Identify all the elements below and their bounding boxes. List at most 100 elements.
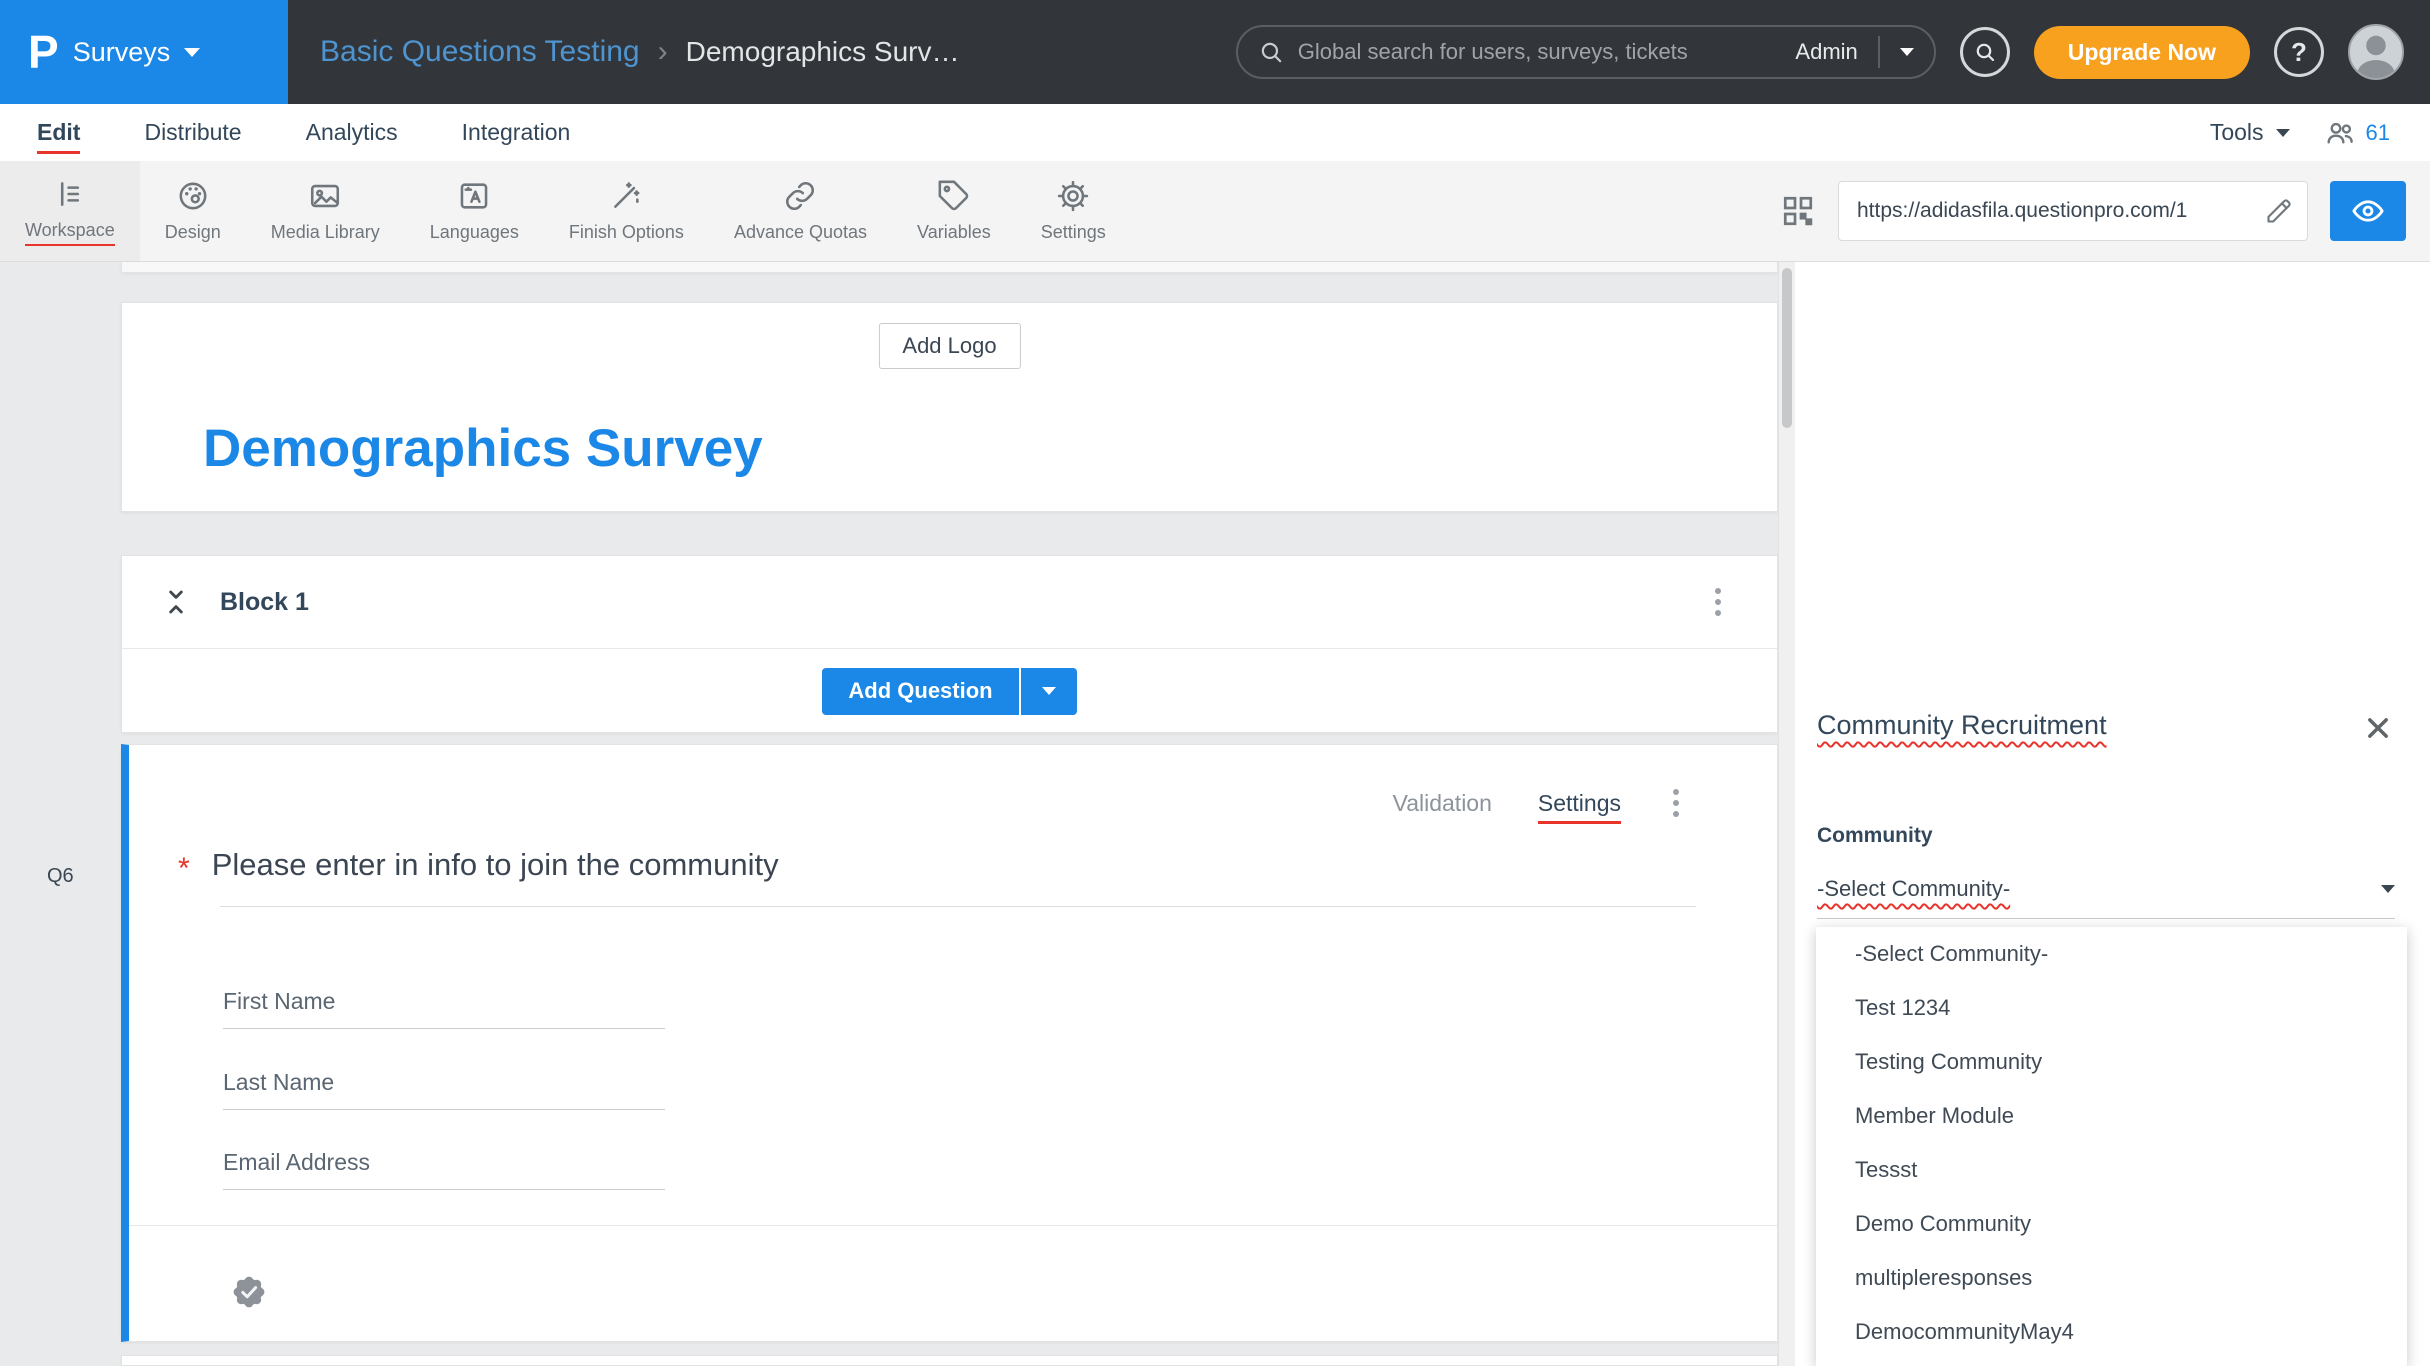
add-question-dropdown-button[interactable] (1021, 668, 1077, 715)
question-card: Validation Settings * Please enter in in… (121, 744, 1778, 1342)
survey-url-input[interactable] (1857, 199, 2255, 223)
toolbar-finish-options[interactable]: Finish Options (544, 161, 709, 261)
product-name: Surveys (73, 37, 171, 68)
chevron-down-icon (2276, 129, 2290, 137)
panel-title: Community Recruitment (1817, 710, 2107, 741)
pencil-icon[interactable] (2265, 197, 2293, 225)
collaborators-icon (2324, 117, 2356, 149)
toolbar-media-library[interactable]: Media Library (246, 161, 405, 261)
chevron-down-icon[interactable] (1900, 48, 1914, 56)
upgrade-button[interactable]: Upgrade Now (2034, 26, 2250, 79)
answer-field-first-name[interactable]: First Name (223, 988, 665, 1029)
workspace-icon (53, 177, 87, 211)
survey-title[interactable]: Demographics Survey (203, 418, 763, 479)
tab-analytics-label: Analytics (306, 119, 398, 145)
tab-analytics[interactable]: Analytics (306, 119, 398, 146)
next-card-edge (121, 1355, 1778, 1366)
image-icon (308, 179, 342, 213)
layout-grid-button[interactable] (1780, 193, 1816, 229)
toolbar-variables-label: Variables (917, 222, 991, 243)
divider (220, 906, 1696, 907)
tab-integration-label: Integration (462, 119, 571, 145)
community-option[interactable]: Test 1234 (1816, 981, 2407, 1035)
chevron-down-icon (2381, 885, 2395, 893)
scrollbar-thumb[interactable] (1782, 268, 1792, 428)
toolbar-workspace[interactable]: Workspace (0, 161, 140, 261)
palette-icon (176, 179, 210, 213)
search-icon (1973, 40, 1997, 64)
preview-button[interactable] (2330, 181, 2406, 241)
help-button[interactable]: ? (2274, 27, 2324, 77)
breadcrumb-separator-icon: › (658, 35, 668, 69)
community-option[interactable]: -Select Community- (1816, 927, 2407, 981)
community-option[interactable]: Member Module (1816, 1089, 2407, 1143)
divider (1878, 36, 1880, 68)
community-select[interactable]: -Select Community- (1817, 876, 2395, 919)
tools-label: Tools (2210, 119, 2264, 146)
question-title-row: * Please enter in info to join the commu… (178, 847, 779, 886)
community-option[interactable]: Testing Community (1816, 1035, 2407, 1089)
avatar[interactable] (2348, 24, 2404, 80)
collaborators[interactable]: 61 (2324, 117, 2390, 149)
search-button[interactable] (1960, 27, 2010, 77)
tab-integration[interactable]: Integration (462, 119, 571, 146)
question-menu-icon[interactable] (1667, 783, 1685, 823)
community-option[interactable]: DemocommunityMay4 (1816, 1305, 2407, 1359)
tag-icon (937, 179, 971, 213)
search-scope-selector[interactable]: Admin (1795, 39, 1857, 65)
app-root: P Surveys Basic Questions Testing › Demo… (0, 0, 2430, 1366)
global-search[interactable]: Admin (1236, 25, 1936, 79)
tab-distribute[interactable]: Distribute (144, 119, 241, 146)
tab-edit[interactable]: Edit (37, 119, 80, 146)
survey-editor-canvas: Add Logo Demographics Survey Block 1 Add… (0, 262, 1795, 1366)
tab-edit-label: Edit (37, 119, 80, 154)
add-logo-button[interactable]: Add Logo (878, 323, 1020, 369)
divider (129, 1225, 1777, 1226)
main-nav: Edit Distribute Analytics Integration To… (0, 104, 2430, 161)
global-search-input[interactable] (1298, 39, 1782, 65)
block-body: Add Question (122, 649, 1777, 733)
add-question-split-button: Add Question (822, 668, 1076, 715)
question-text[interactable]: Please enter in info to join the communi… (212, 847, 779, 883)
community-option[interactable]: Demo Community (1816, 1197, 2407, 1251)
breadcrumb-parent-link[interactable]: Basic Questions Testing (320, 35, 640, 69)
toolbar-design[interactable]: Design (140, 161, 246, 261)
add-question-button[interactable]: Add Question (822, 668, 1018, 715)
toolbar-advance-quotas[interactable]: Advance Quotas (709, 161, 892, 261)
survey-url-field[interactable] (1838, 181, 2308, 241)
tab-settings[interactable]: Settings (1538, 790, 1621, 817)
header-actions: Admin Upgrade Now ? (1236, 24, 2430, 80)
validation-badge-icon[interactable] (229, 1272, 269, 1317)
link-icon (783, 179, 817, 213)
collapse-icon[interactable] (160, 586, 192, 618)
toolbar-media-library-label: Media Library (271, 222, 380, 243)
close-icon[interactable] (2362, 712, 2394, 744)
block-card: Block 1 Add Question (121, 555, 1778, 733)
chevron-down-icon (184, 48, 200, 57)
scrolled-card-edge (121, 262, 1778, 273)
toolbar-settings[interactable]: Settings (1016, 161, 1131, 261)
top-header: P Surveys Basic Questions Testing › Demo… (0, 0, 2430, 104)
answer-field-last-name[interactable]: Last Name (223, 1069, 665, 1110)
content-scrollbar[interactable] (1778, 262, 1795, 1366)
community-option[interactable]: Tessst (1816, 1143, 2407, 1197)
toolbar-variables[interactable]: Variables (892, 161, 1016, 261)
editor-toolbar: Workspace Design Media Library Languages… (0, 161, 2430, 262)
answer-field-email[interactable]: Email Address (223, 1149, 665, 1190)
tab-settings-label: Settings (1538, 790, 1621, 824)
breadcrumb-current: Demographics Surv… (686, 36, 960, 68)
toolbar-languages[interactable]: Languages (405, 161, 544, 261)
toolbar-finish-options-label: Finish Options (569, 222, 684, 243)
tools-menu[interactable]: Tools (2210, 119, 2290, 146)
tab-validation[interactable]: Validation (1393, 790, 1492, 817)
translate-icon (457, 179, 491, 213)
search-icon (1258, 39, 1284, 65)
block-menu-icon[interactable] (1709, 582, 1727, 622)
toolbar-languages-label: Languages (430, 222, 519, 243)
community-label: Community (1817, 824, 1933, 848)
community-option[interactable]: multipleresponses (1816, 1251, 2407, 1305)
product-switcher[interactable]: P Surveys (0, 0, 288, 104)
eye-icon (2351, 194, 2385, 228)
toolbar-workspace-label: Workspace (25, 220, 115, 246)
block-header: Block 1 (122, 556, 1777, 649)
